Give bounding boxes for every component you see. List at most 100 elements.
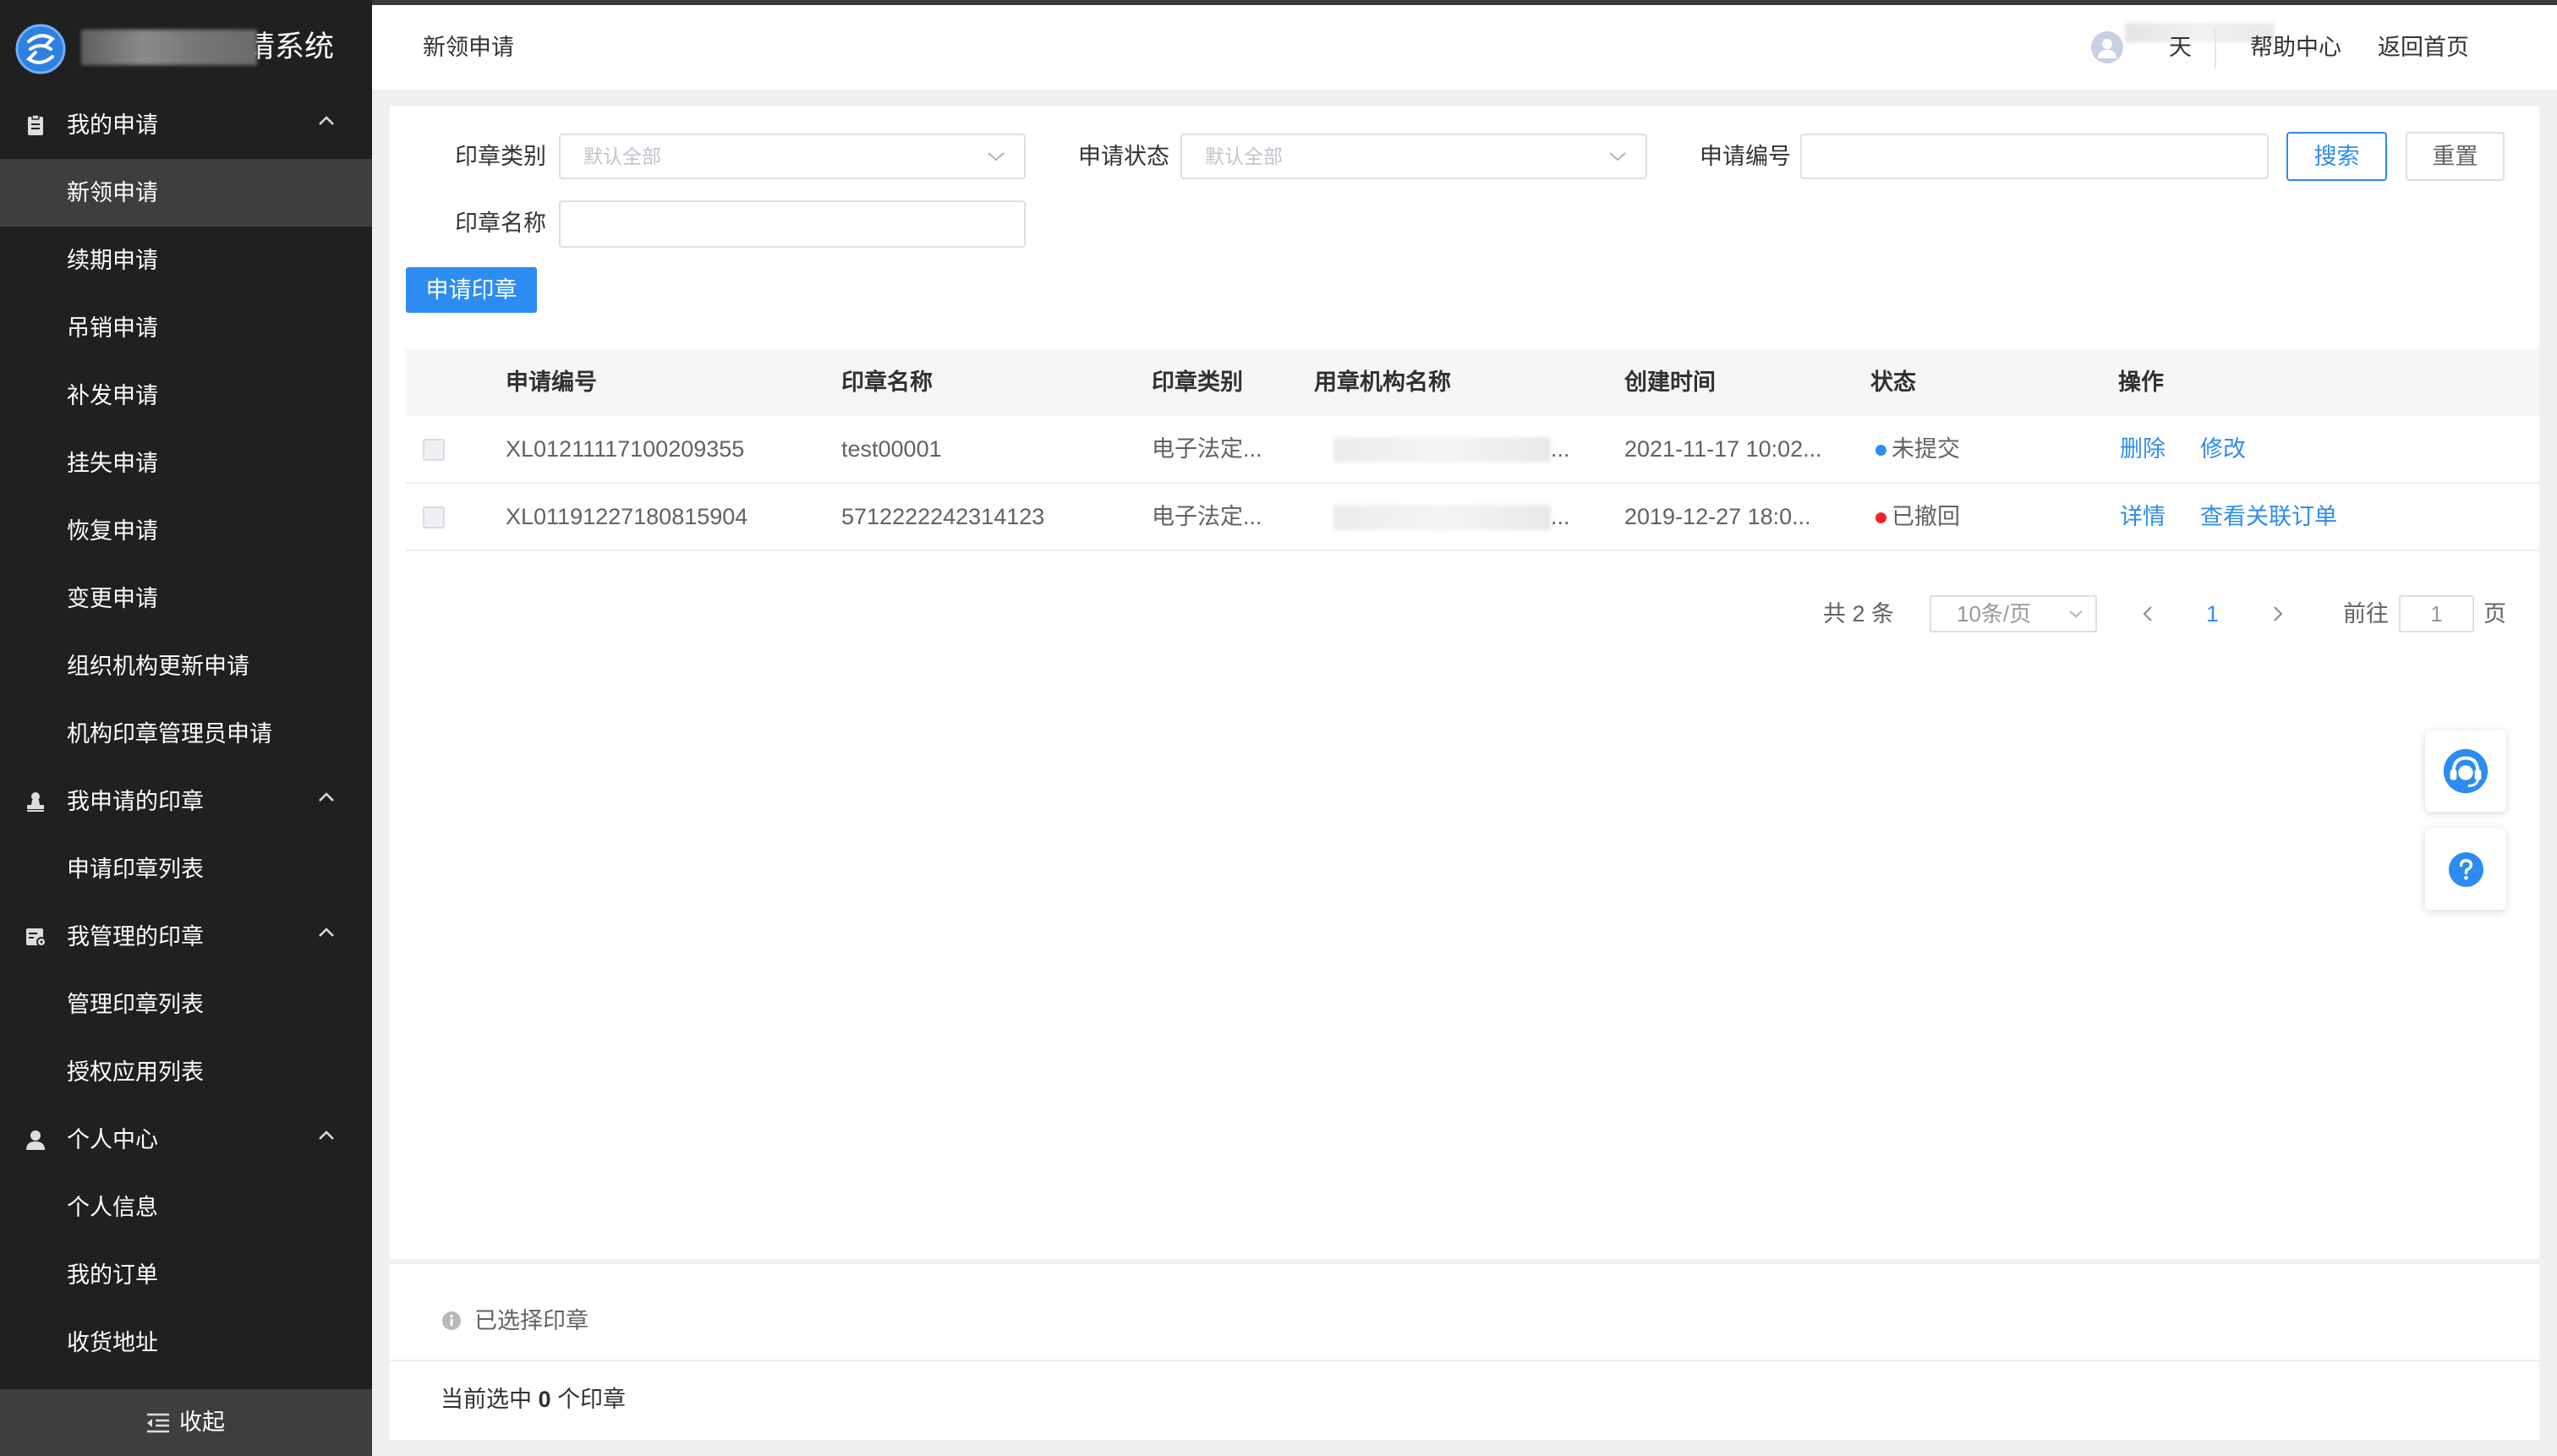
sidebar-item-label: 挂失申请 <box>67 451 158 476</box>
detail-link[interactable]: 详情 <box>2120 484 2166 550</box>
cell-seal-type: 电子法定... <box>1152 436 1262 462</box>
apply-status-select[interactable]: 默认全部 <box>1180 134 1647 179</box>
customer-support-button[interactable] <box>2425 731 2506 812</box>
seal-manage-icon <box>24 925 47 949</box>
selection-count: 0 <box>538 1387 551 1412</box>
row-checkbox[interactable] <box>423 506 445 528</box>
sidebar-item-label: 收货地址 <box>67 1330 158 1355</box>
column-header-org-name[interactable]: 用章机构名称 <box>1314 349 1451 416</box>
stamp-icon <box>24 790 47 813</box>
sidebar-item-label: 恢复申请 <box>67 518 158 544</box>
cell-created-time: 2021-11-17 10:02... <box>1624 436 1822 462</box>
apply-status-placeholder: 默认全部 <box>1205 145 1283 167</box>
sidebar-item-personal-info[interactable]: 个人信息 <box>0 1174 372 1241</box>
apply-no-input[interactable] <box>1800 134 2269 179</box>
prev-page-icon[interactable] <box>2142 605 2154 623</box>
delete-link[interactable]: 删除 <box>2120 416 2166 483</box>
sidebar-group-my-applications[interactable]: 我的申请 <box>0 91 372 159</box>
sidebar-item-label: 申请印章列表 <box>67 857 204 882</box>
column-header-created-time[interactable]: 创建时间 <box>1624 349 1716 416</box>
sidebar-item-label: 管理印章列表 <box>67 992 204 1017</box>
apply-no-label: 申请编号 <box>1700 144 1791 169</box>
row-checkbox[interactable] <box>423 439 445 461</box>
selection-count-line: 当前选中 0 个印章 <box>441 1377 626 1422</box>
sidebar-item-reissue[interactable]: 补发申请 <box>0 362 372 430</box>
sidebar-item-seal-admin[interactable]: 机构印章管理员申请 <box>0 700 372 768</box>
top-header: 新领申请 天 帮助中心 返回首页 <box>372 5 2557 90</box>
next-page-icon[interactable] <box>2272 605 2284 623</box>
sidebar-item-new-application[interactable]: 新领申请 <box>0 159 372 227</box>
selected-seals-panel: 已选择印章 当前选中 0 个印章 <box>390 1264 2539 1440</box>
applications-table: 申请编号 印章名称 印章类别 用章机构名称 创建时间 状态 操作 XL01211… <box>406 349 2539 551</box>
goto-page-input[interactable] <box>2399 595 2474 632</box>
redacted-block <box>81 30 257 65</box>
sidebar-item-label: 吊销申请 <box>67 315 158 341</box>
chevron-down-icon <box>1608 151 1627 162</box>
user-name[interactable]: 天 <box>2169 5 2192 90</box>
seal-type-placeholder: 默认全部 <box>583 145 661 167</box>
sidebar-item-managed-seal-list[interactable]: 管理印章列表 <box>0 971 372 1038</box>
panel-divider <box>390 1360 2539 1361</box>
apply-seal-button[interactable]: 申请印章 <box>406 267 537 313</box>
chevron-up-icon <box>318 116 335 126</box>
sidebar-item-my-orders[interactable]: 我的订单 <box>0 1241 372 1309</box>
indent-icon <box>145 1412 171 1434</box>
cell-seal-name: 5712222242314123 <box>841 504 1045 529</box>
sidebar-item-authorized-apps[interactable]: 授权应用列表 <box>0 1038 372 1106</box>
sidebar-menu: 我的申请 新领申请 续期申请 吊销申请 补发申请 挂失申请 恢复申请 变更申请 … <box>0 91 372 1377</box>
column-header-seal-name[interactable]: 印章名称 <box>841 349 933 416</box>
help-question-button[interactable] <box>2425 829 2506 910</box>
seal-name-label: 印章名称 <box>455 211 546 236</box>
edit-link[interactable]: 修改 <box>2200 416 2246 483</box>
page-unit-label: 页 <box>2483 601 2506 627</box>
view-related-orders-link[interactable]: 查看关联订单 <box>2200 484 2337 550</box>
column-header-seal-type[interactable]: 印章类别 <box>1152 349 1243 416</box>
page-size-value: 10条/页 <box>1957 601 2032 627</box>
info-icon <box>441 1311 462 1331</box>
sidebar-item-label: 个人信息 <box>67 1195 158 1220</box>
sidebar-group-my-applied-seals[interactable]: 我申请的印章 <box>0 768 372 835</box>
page-number-current[interactable]: 1 <box>2206 595 2219 632</box>
sidebar-item-shipping-address[interactable]: 收货地址 <box>0 1309 372 1377</box>
column-header-apply-no[interactable]: 申请编号 <box>506 349 597 416</box>
redacted-block <box>1333 437 1551 463</box>
sidebar-item-renewal[interactable]: 续期申请 <box>0 227 372 294</box>
sidebar-item-label: 续期申请 <box>67 248 158 273</box>
sidebar-item-applied-seal-list[interactable]: 申请印章列表 <box>0 835 372 903</box>
sidebar-item-revocation[interactable]: 吊销申请 <box>0 294 372 362</box>
column-header-status[interactable]: 状态 <box>1870 349 1916 416</box>
chevron-up-icon <box>318 792 335 802</box>
sidebar-group-managed-seals[interactable]: 我管理的印章 <box>0 903 372 971</box>
table-header: 申请编号 印章名称 印章类别 用章机构名称 创建时间 状态 操作 <box>406 349 2539 416</box>
sidebar-item-restore[interactable]: 恢复申请 <box>0 497 372 565</box>
cell-status: 未提交 <box>1892 436 1960 462</box>
page-size-select[interactable]: 10条/页 <box>1930 595 2097 632</box>
sidebar-item-org-update[interactable]: 组织机构更新申请 <box>0 632 372 700</box>
cell-seal-name: test00001 <box>841 436 942 462</box>
page-title: 新领申请 <box>423 35 514 60</box>
redacted-block <box>1333 505 1551 530</box>
table-row: XL01191227180815904 5712222242314123 电子法… <box>406 484 2539 551</box>
sidebar-group-label: 个人中心 <box>67 1127 158 1152</box>
sidebar-group-label: 我管理的印章 <box>67 924 204 950</box>
sidebar-item-report-loss[interactable]: 挂失申请 <box>0 430 372 497</box>
cell-apply-no: XL01211117100209355 <box>506 436 745 462</box>
sidebar-item-change[interactable]: 变更申请 <box>0 565 372 632</box>
cell-apply-no: XL01191227180815904 <box>506 504 748 529</box>
cell-org-name: ... <box>1551 436 1570 462</box>
avatar[interactable] <box>2091 31 2123 63</box>
cell-org-name: ... <box>1551 504 1570 529</box>
selection-prefix: 当前选中 <box>441 1387 532 1412</box>
logo-icon[interactable] <box>14 23 67 75</box>
sidebar-collapse-button[interactable]: 收起 <box>0 1389 372 1456</box>
status-dot <box>1875 512 1886 523</box>
status-dot <box>1875 445 1886 456</box>
back-home-link[interactable]: 返回首页 <box>2378 5 2469 90</box>
collapse-label: 收起 <box>179 1409 225 1435</box>
seal-name-input[interactable] <box>559 200 1026 248</box>
sidebar-group-personal-center[interactable]: 个人中心 <box>0 1106 372 1174</box>
search-button[interactable]: 搜索 <box>2286 132 2387 181</box>
seal-type-select[interactable]: 默认全部 <box>559 134 1026 179</box>
help-center-link[interactable]: 帮助中心 <box>2250 5 2341 90</box>
reset-button[interactable]: 重置 <box>2406 132 2505 181</box>
